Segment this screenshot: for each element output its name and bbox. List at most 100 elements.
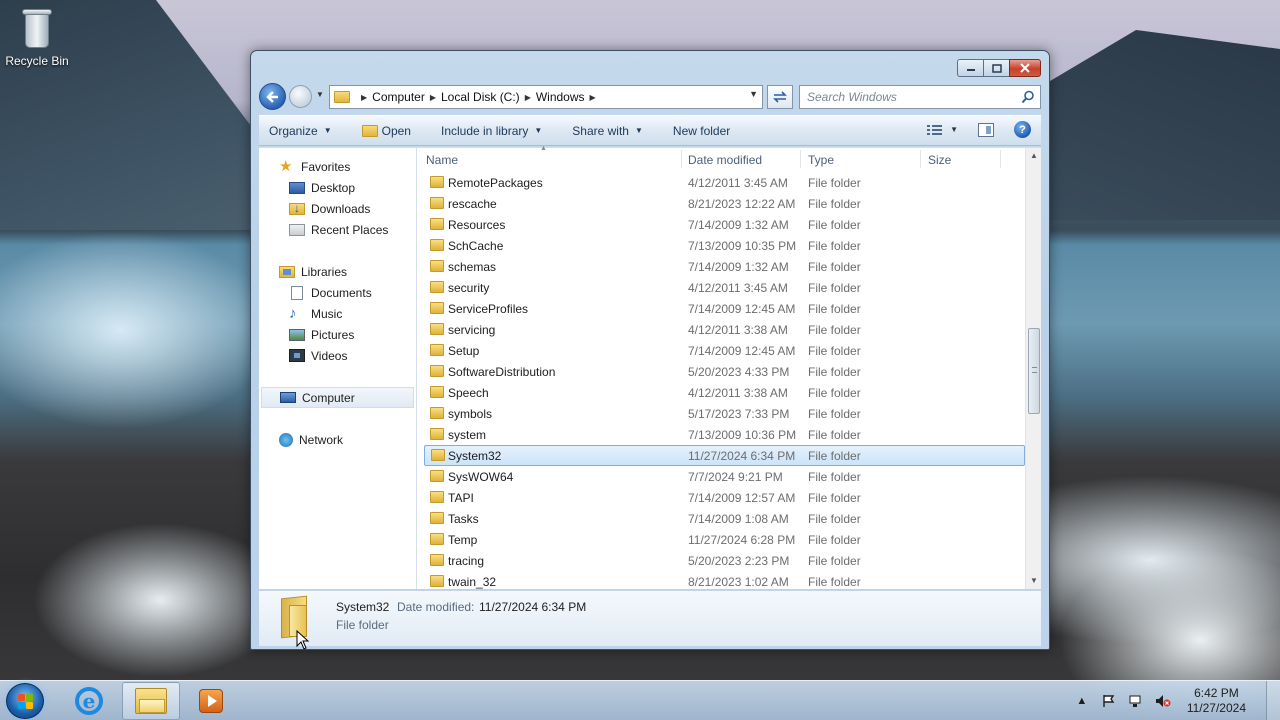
nav-item-desktop[interactable]: Desktop bbox=[259, 177, 416, 198]
column-divider[interactable] bbox=[1000, 150, 1001, 168]
column-divider[interactable] bbox=[681, 150, 682, 168]
file-name: Tasks bbox=[448, 511, 479, 526]
action-center-flag-icon[interactable] bbox=[1100, 693, 1118, 709]
breadcrumb-local-disk[interactable]: Local Disk (C:) bbox=[441, 90, 520, 104]
scroll-up-icon[interactable]: ▲ bbox=[1026, 148, 1042, 164]
taskbar-media-player[interactable] bbox=[182, 682, 240, 720]
file-row[interactable]: servicing 4/12/2011 3:38 AM File folder bbox=[418, 319, 1025, 340]
preview-pane-icon[interactable] bbox=[978, 122, 994, 137]
volume-muted-icon[interactable] bbox=[1154, 693, 1172, 709]
file-row[interactable]: Temp 11/27/2024 6:28 PM File folder bbox=[418, 529, 1025, 550]
nav-item-pictures[interactable]: Pictures bbox=[259, 324, 416, 345]
file-row[interactable]: twain_32 8/21/2023 1:02 AM File folder bbox=[418, 571, 1025, 592]
folder-icon bbox=[430, 554, 444, 566]
network-status-icon[interactable] bbox=[1127, 693, 1145, 709]
taskbar-windows-explorer[interactable] bbox=[122, 682, 180, 720]
file-row[interactable]: SoftwareDistribution 5/20/2023 4:33 PM Fil… bbox=[418, 361, 1025, 382]
minimize-button[interactable] bbox=[957, 59, 983, 77]
file-row-selected[interactable]: System32 11/27/2024 6:34 PM File folder bbox=[424, 445, 1025, 466]
recent-pages-dropdown[interactable]: ▼ bbox=[316, 90, 324, 99]
file-row[interactable]: Setup 7/14/2009 12:45 AM File folder bbox=[418, 340, 1025, 361]
file-row[interactable]: system 7/13/2009 10:36 PM File folder bbox=[418, 424, 1025, 445]
file-row[interactable]: tracing 5/20/2023 2:23 PM File folder bbox=[418, 550, 1025, 571]
column-header-size[interactable]: Size bbox=[928, 153, 951, 167]
taskbar-internet-explorer[interactable]: e bbox=[60, 682, 118, 720]
address-bar[interactable]: ▶ Computer ▶ Local Disk (C:) ▶ Windows ▶… bbox=[329, 85, 763, 109]
folder-icon bbox=[430, 470, 444, 482]
nav-item-videos[interactable]: Videos bbox=[259, 345, 416, 366]
nav-libraries[interactable]: Libraries bbox=[259, 261, 416, 282]
desktop-icon-recycle-bin[interactable]: Recycle Bin bbox=[4, 6, 70, 68]
column-header-name[interactable]: Name bbox=[426, 153, 458, 167]
folder-icon bbox=[430, 533, 444, 545]
scrollbar-thumb[interactable] bbox=[1028, 328, 1040, 414]
clock[interactable]: 6:42 PM 11/27/2024 bbox=[1187, 686, 1246, 716]
search-input[interactable]: Search Windows bbox=[799, 85, 1041, 109]
file-row[interactable]: ServiceProfiles 7/14/2009 12:45 AM File fo… bbox=[418, 298, 1025, 319]
file-row[interactable]: security 4/12/2011 3:45 AM File folder bbox=[418, 277, 1025, 298]
file-date-modified: 5/20/2023 4:33 PM bbox=[688, 364, 790, 379]
file-type: File folder bbox=[808, 364, 861, 379]
share-with-button[interactable]: Share with ▼ bbox=[572, 124, 643, 138]
include-in-library-label: Include in library bbox=[440, 123, 529, 138]
include-in-library-button[interactable]: Include in library ▼ bbox=[441, 124, 542, 138]
column-divider[interactable] bbox=[800, 150, 801, 168]
file-type: File folder bbox=[808, 406, 861, 421]
vertical-scrollbar[interactable]: ▲ ▼ bbox=[1025, 148, 1041, 589]
file-row[interactable]: Resources 7/14/2009 1:32 AM File folder bbox=[418, 214, 1025, 235]
file-row[interactable]: SchCache 7/13/2009 10:35 PM File folder bbox=[418, 235, 1025, 256]
breadcrumb-chevron-icon[interactable]: ▶ bbox=[430, 93, 436, 102]
refresh-button[interactable] bbox=[767, 85, 793, 109]
open-button[interactable]: Open bbox=[361, 124, 411, 138]
nav-item-downloads[interactable]: Downloads bbox=[259, 198, 416, 219]
nav-item-label: Downloads bbox=[311, 201, 371, 216]
breadcrumb-computer[interactable]: Computer bbox=[372, 90, 425, 104]
nav-network[interactable]: Network bbox=[259, 429, 416, 450]
file-date-modified: 7/14/2009 12:45 AM bbox=[688, 343, 796, 358]
maximize-button[interactable] bbox=[983, 59, 1009, 77]
change-view-icon[interactable] bbox=[926, 123, 944, 137]
file-row[interactable]: RemotePackages 4/12/2011 3:45 AM File fold… bbox=[418, 172, 1025, 193]
address-dropdown-icon[interactable]: ▼ bbox=[749, 89, 758, 99]
nav-favorites[interactable]: ★ Favorites bbox=[259, 156, 416, 177]
more-views-chevron-icon[interactable]: ▼ bbox=[950, 125, 958, 134]
breadcrumb-windows[interactable]: Windows bbox=[536, 90, 585, 104]
organize-button[interactable]: Organize ▼ bbox=[269, 124, 332, 138]
pictures-icon bbox=[289, 328, 305, 341]
nav-item-music[interactable]: ♪ Music bbox=[259, 303, 416, 324]
close-button[interactable] bbox=[1009, 59, 1041, 77]
file-row[interactable]: symbols 5/17/2023 7:33 PM File folder bbox=[418, 403, 1025, 424]
file-date-modified: 4/12/2011 3:45 AM bbox=[688, 280, 788, 295]
file-type: File folder bbox=[808, 175, 861, 190]
column-header-date[interactable]: Date modified bbox=[688, 153, 762, 167]
libraries-icon bbox=[279, 265, 295, 278]
column-header-type[interactable]: Type bbox=[808, 153, 834, 167]
show-hidden-icons-icon[interactable]: ▲ bbox=[1073, 693, 1091, 709]
folder-icon bbox=[430, 407, 444, 419]
file-row[interactable]: TAPI 7/14/2009 12:57 AM File folder bbox=[418, 487, 1025, 508]
breadcrumb-chevron-icon[interactable]: ▶ bbox=[590, 93, 596, 102]
show-desktop-button[interactable] bbox=[1266, 681, 1280, 720]
navigation-pane: ★ Favorites Desktop Downloads Recent Pla… bbox=[259, 148, 417, 589]
breadcrumb-chevron-icon[interactable]: ▶ bbox=[525, 93, 531, 102]
file-row[interactable]: SysWOW64 7/7/2024 9:21 PM File folder bbox=[418, 466, 1025, 487]
nav-item-documents[interactable]: Documents bbox=[259, 282, 416, 303]
breadcrumb-chevron-icon[interactable]: ▶ bbox=[361, 93, 367, 102]
start-button[interactable] bbox=[6, 683, 44, 719]
new-folder-button[interactable]: New folder bbox=[673, 124, 730, 138]
nav-item-recent-places[interactable]: Recent Places bbox=[259, 219, 416, 240]
file-row[interactable]: rescache 8/21/2023 12:22 AM File folder bbox=[418, 193, 1025, 214]
search-icon[interactable] bbox=[1021, 90, 1035, 104]
nav-computer[interactable]: Computer bbox=[261, 387, 414, 408]
scroll-down-icon[interactable]: ▼ bbox=[1026, 573, 1042, 589]
file-row[interactable]: schemas 7/14/2009 1:32 AM File folder bbox=[418, 256, 1025, 277]
file-type: File folder bbox=[808, 196, 861, 211]
file-row[interactable]: Tasks 7/14/2009 1:08 AM File folder bbox=[418, 508, 1025, 529]
file-row[interactable]: Speech 4/12/2011 3:38 AM File folder bbox=[418, 382, 1025, 403]
forward-button[interactable] bbox=[289, 85, 312, 108]
column-divider[interactable] bbox=[920, 150, 921, 168]
folder-icon bbox=[430, 260, 444, 272]
back-button[interactable] bbox=[259, 83, 286, 110]
computer-icon bbox=[280, 392, 296, 403]
help-icon[interactable]: ? bbox=[1014, 121, 1031, 138]
